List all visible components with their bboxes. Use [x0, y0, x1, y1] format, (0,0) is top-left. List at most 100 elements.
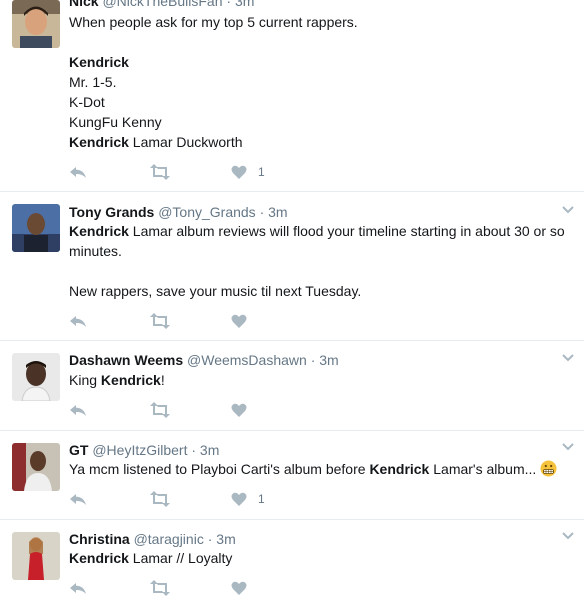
tweet-text-line	[69, 32, 576, 52]
tweet-text: Kendrick Lamar // Loyalty	[69, 548, 576, 568]
like-button[interactable]: 1	[231, 164, 265, 180]
avatar[interactable]	[12, 0, 60, 48]
avatar[interactable]	[12, 532, 60, 580]
tweet-header: GT @HeyItzGilbert · 3m	[69, 441, 219, 459]
tweet-text-line: K-Dot	[69, 92, 576, 112]
retweet-icon[interactable]	[149, 580, 171, 596]
reply-icon[interactable]	[69, 402, 87, 418]
reply-icon[interactable]	[69, 164, 87, 180]
display-name[interactable]: Nick	[69, 0, 99, 9]
tweet-text-line: Kendrick Lamar Duckworth	[69, 132, 576, 152]
text-segment: Lamar album reviews will flood your time…	[128, 223, 565, 239]
user-handle[interactable]: @HeyItzGilbert	[92, 442, 187, 458]
timestamp[interactable]: 3m	[319, 352, 338, 368]
like-button[interactable]	[231, 402, 247, 418]
display-name[interactable]: Dashawn Weems	[69, 352, 183, 368]
separator: ·	[310, 352, 316, 368]
keyword-highlight: Kendrick	[69, 134, 129, 150]
reply-icon[interactable]	[69, 313, 87, 329]
tweet-text-line: Kendrick Lamar album reviews will flood …	[69, 221, 576, 241]
keyword-highlight: Kendrick	[69, 550, 129, 566]
like-count: 1	[258, 165, 265, 179]
tweet-text-line: New rappers, save your music til next Tu…	[69, 281, 576, 301]
text-segment: When people ask for my top 5 current rap…	[69, 14, 358, 30]
user-handle[interactable]: @taragjinic	[134, 531, 204, 547]
text-segment: K-Dot	[69, 94, 105, 110]
like-button[interactable]	[231, 313, 247, 329]
timestamp[interactable]: 3m	[216, 531, 235, 547]
tweet: GT @HeyItzGilbert · 3m Ya mcm listened t…	[0, 431, 584, 520]
chevron-down-icon[interactable]	[562, 443, 574, 451]
retweet-icon[interactable]	[149, 313, 171, 329]
text-segment: Lamar Duckworth	[128, 134, 243, 150]
separator: ·	[259, 204, 265, 220]
tweet-text-line	[69, 261, 576, 281]
tweet-text-line: King Kendrick!	[69, 370, 576, 390]
tweet-text-line: Mr. 1-5.	[69, 72, 576, 92]
text-segment: King	[69, 372, 101, 388]
like-button[interactable]	[231, 580, 247, 596]
separator: ·	[191, 442, 197, 458]
avatar[interactable]	[12, 204, 60, 252]
retweet-icon[interactable]	[149, 164, 171, 180]
heart-icon	[231, 314, 247, 328]
keyword-highlight: Kendrick	[369, 461, 430, 477]
user-handle[interactable]: @Tony_Grands	[158, 204, 255, 220]
timestamp[interactable]: 3m	[235, 0, 254, 9]
text-segment: Lamar's album...	[429, 461, 537, 477]
tweet-header: Christina @taragjinic · 3m	[69, 530, 236, 548]
tweet-text-line: Kendrick	[69, 52, 576, 72]
timestamp[interactable]: 3m	[268, 204, 287, 220]
heart-icon	[231, 492, 247, 506]
display-name[interactable]: Tony Grands	[69, 204, 154, 220]
retweet-icon[interactable]	[149, 402, 171, 418]
tweet-text-line: Kendrick Lamar // Loyalty	[69, 548, 576, 568]
keyword-highlight: Kendrick	[100, 372, 161, 388]
chevron-down-icon[interactable]	[562, 206, 574, 214]
heart-icon	[231, 165, 247, 179]
tweet-text-line: minutes.	[69, 241, 576, 261]
tweet-text: When people ask for my top 5 current rap…	[69, 12, 576, 152]
tweet-header: Nick @NickTheBullsFan · 3m	[69, 0, 254, 10]
avatar[interactable]	[12, 353, 60, 401]
retweet-icon[interactable]	[149, 491, 171, 507]
tweet-text-line: KungFu Kenny	[69, 112, 576, 132]
reply-icon[interactable]	[69, 491, 87, 507]
user-handle[interactable]: @WeemsDashawn	[187, 352, 307, 368]
display-name[interactable]: Christina	[69, 531, 130, 547]
keyword-highlight: Kendrick	[69, 54, 129, 70]
chevron-down-icon[interactable]	[562, 354, 574, 362]
timestamp[interactable]: 3m	[200, 442, 219, 458]
tweet: Christina @taragjinic · 3m Kendrick Lama…	[0, 520, 584, 607]
user-handle[interactable]: @NickTheBullsFan	[102, 0, 222, 9]
heart-icon	[231, 581, 247, 595]
tweet-header: Tony Grands @Tony_Grands · 3m	[69, 203, 288, 221]
tweet-text-line: When people ask for my top 5 current rap…	[69, 12, 576, 32]
tweet: Dashawn Weems @WeemsDashawn · 3m King Ke…	[0, 341, 584, 431]
text-segment: Ya mcm listened to Playboi Carti's album…	[69, 461, 370, 477]
tweet-text: Kendrick Lamar album reviews will flood …	[69, 221, 576, 301]
tweet-text: King Kendrick!	[69, 370, 576, 390]
tweet-text: Ya mcm listened to Playboi Carti's album…	[69, 459, 576, 482]
avatar[interactable]	[12, 443, 60, 491]
keyword-highlight: Kendrick	[69, 223, 129, 239]
like-count: 1	[258, 492, 265, 506]
display-name[interactable]: GT	[69, 442, 88, 458]
tweet-header: Dashawn Weems @WeemsDashawn · 3m	[69, 351, 339, 369]
chevron-down-icon[interactable]	[562, 532, 574, 540]
tweet: Nick @NickTheBullsFan · 3m When people a…	[0, 0, 584, 192]
grimacing-face-icon	[540, 460, 557, 482]
like-button[interactable]: 1	[231, 491, 265, 507]
tweet-text-line: Ya mcm listened to Playboi Carti's album…	[69, 459, 576, 482]
text-segment: Mr. 1-5.	[69, 74, 117, 90]
separator: ·	[207, 531, 213, 547]
text-segment: minutes.	[69, 243, 122, 259]
tweet: Tony Grands @Tony_Grands · 3m Kendrick L…	[0, 192, 584, 341]
heart-icon	[231, 403, 247, 417]
text-segment: KungFu Kenny	[69, 114, 162, 130]
text-segment: New rappers, save your music til next Tu…	[69, 283, 362, 299]
text-segment: !	[160, 372, 165, 388]
reply-icon[interactable]	[69, 580, 87, 596]
separator: ·	[226, 0, 232, 9]
text-segment: Lamar // Loyalty	[128, 550, 233, 566]
